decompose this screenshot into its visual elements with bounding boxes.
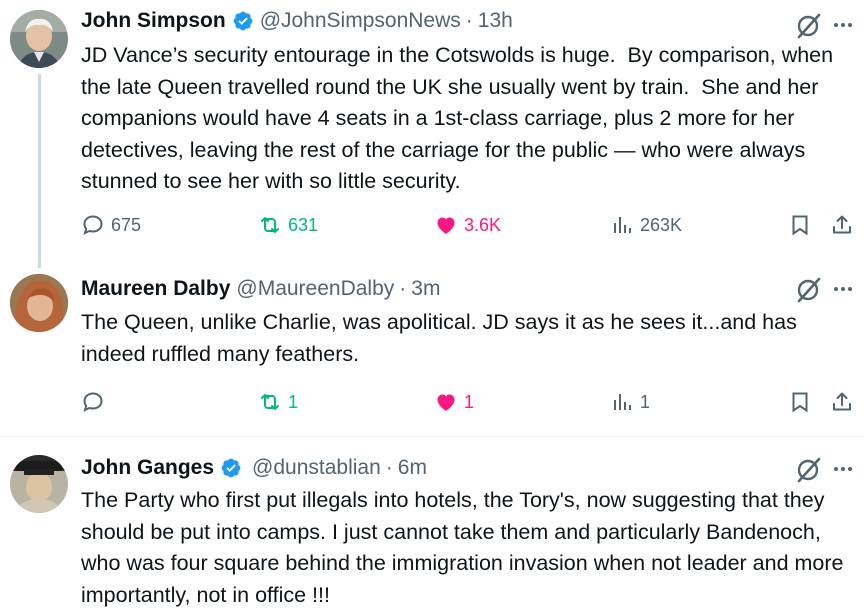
tweet-text: The Party who first put illegals into ho… <box>81 488 850 607</box>
like-button[interactable]: 3.6K <box>434 209 501 241</box>
repost-icon <box>258 213 282 237</box>
separator-dot: · <box>465 9 473 32</box>
views-button[interactable]: 263K <box>610 209 682 241</box>
repost-count: 1 <box>288 391 299 412</box>
reply-icon <box>81 213 105 237</box>
repost-button[interactable]: 1 <box>258 386 298 418</box>
tweet-text: JD Vance’s security entourage in the Cot… <box>81 43 840 193</box>
like-button[interactable]: 1 <box>434 386 474 418</box>
author-name[interactable]: John Ganges <box>81 456 214 480</box>
reply-button[interactable] <box>81 386 105 418</box>
more-icon[interactable] <box>828 274 858 304</box>
tweet-3[interactable]: John Ganges @dunstablian · 6m The Party … <box>0 437 864 614</box>
author-name[interactable]: Maureen Dalby <box>81 277 230 301</box>
like-count: 1 <box>464 391 475 412</box>
author-handle[interactable]: @MaureenDalby <box>236 277 394 301</box>
more-icon[interactable] <box>828 454 858 484</box>
tweet-text: The Queen, unlike Charlie, was apolitica… <box>81 310 803 366</box>
grok-icon[interactable] <box>794 10 824 40</box>
tweet-2[interactable]: Maureen Dalby @MaureenDalby · 3m The Que… <box>0 266 864 432</box>
timestamp[interactable]: 13h <box>478 9 513 33</box>
author-handle[interactable]: @dunstablian <box>252 456 381 480</box>
bookmark-icon <box>788 390 812 414</box>
tweet-header: John Ganges @dunstablian · 6m <box>81 453 427 483</box>
avatar[interactable] <box>10 274 68 332</box>
grok-icon[interactable] <box>794 274 824 304</box>
bookmark-icon <box>788 213 812 237</box>
timestamp[interactable]: 6m <box>398 456 427 480</box>
more-icon[interactable] <box>828 10 858 40</box>
avatar[interactable] <box>10 10 68 68</box>
views-count: 263K <box>640 214 683 235</box>
author-name[interactable]: John Simpson <box>81 9 226 33</box>
share-button[interactable] <box>830 386 854 418</box>
separator-dot: · <box>385 456 393 479</box>
timestamp[interactable]: 3m <box>411 277 440 301</box>
verified-badge-icon <box>220 457 242 479</box>
reply-count: 675 <box>111 214 142 235</box>
action-bar: 1 1 1 <box>0 386 864 418</box>
share-icon <box>830 213 854 237</box>
heart-icon <box>434 213 458 237</box>
views-icon <box>610 390 634 414</box>
heart-icon <box>434 390 458 414</box>
views-button[interactable]: 1 <box>610 386 650 418</box>
views-icon <box>610 213 634 237</box>
reply-button[interactable]: 675 <box>81 209 141 241</box>
bookmark-button[interactable] <box>788 209 812 241</box>
tweet-1[interactable]: John Simpson @JohnSimpsonNews · 13h JD V… <box>0 0 864 262</box>
separator-dot: · <box>399 277 407 300</box>
share-button[interactable] <box>830 209 854 241</box>
tweet-header: John Simpson @JohnSimpsonNews · 13h <box>81 6 513 36</box>
reply-icon <box>81 390 105 414</box>
bookmark-button[interactable] <box>788 386 812 418</box>
verified-badge-icon <box>232 10 254 32</box>
views-count: 1 <box>640 391 651 412</box>
share-icon <box>830 390 854 414</box>
like-count: 3.6K <box>464 214 502 235</box>
tweet-header: Maureen Dalby @MaureenDalby · 3m <box>81 274 440 304</box>
repost-button[interactable]: 631 <box>258 209 318 241</box>
repost-count: 631 <box>288 214 319 235</box>
action-bar: 675 631 3.6K 263K <box>0 209 864 241</box>
repost-icon <box>258 390 282 414</box>
grok-icon[interactable] <box>794 454 824 484</box>
avatar[interactable] <box>10 455 68 513</box>
author-handle[interactable]: @JohnSimpsonNews <box>260 9 461 33</box>
